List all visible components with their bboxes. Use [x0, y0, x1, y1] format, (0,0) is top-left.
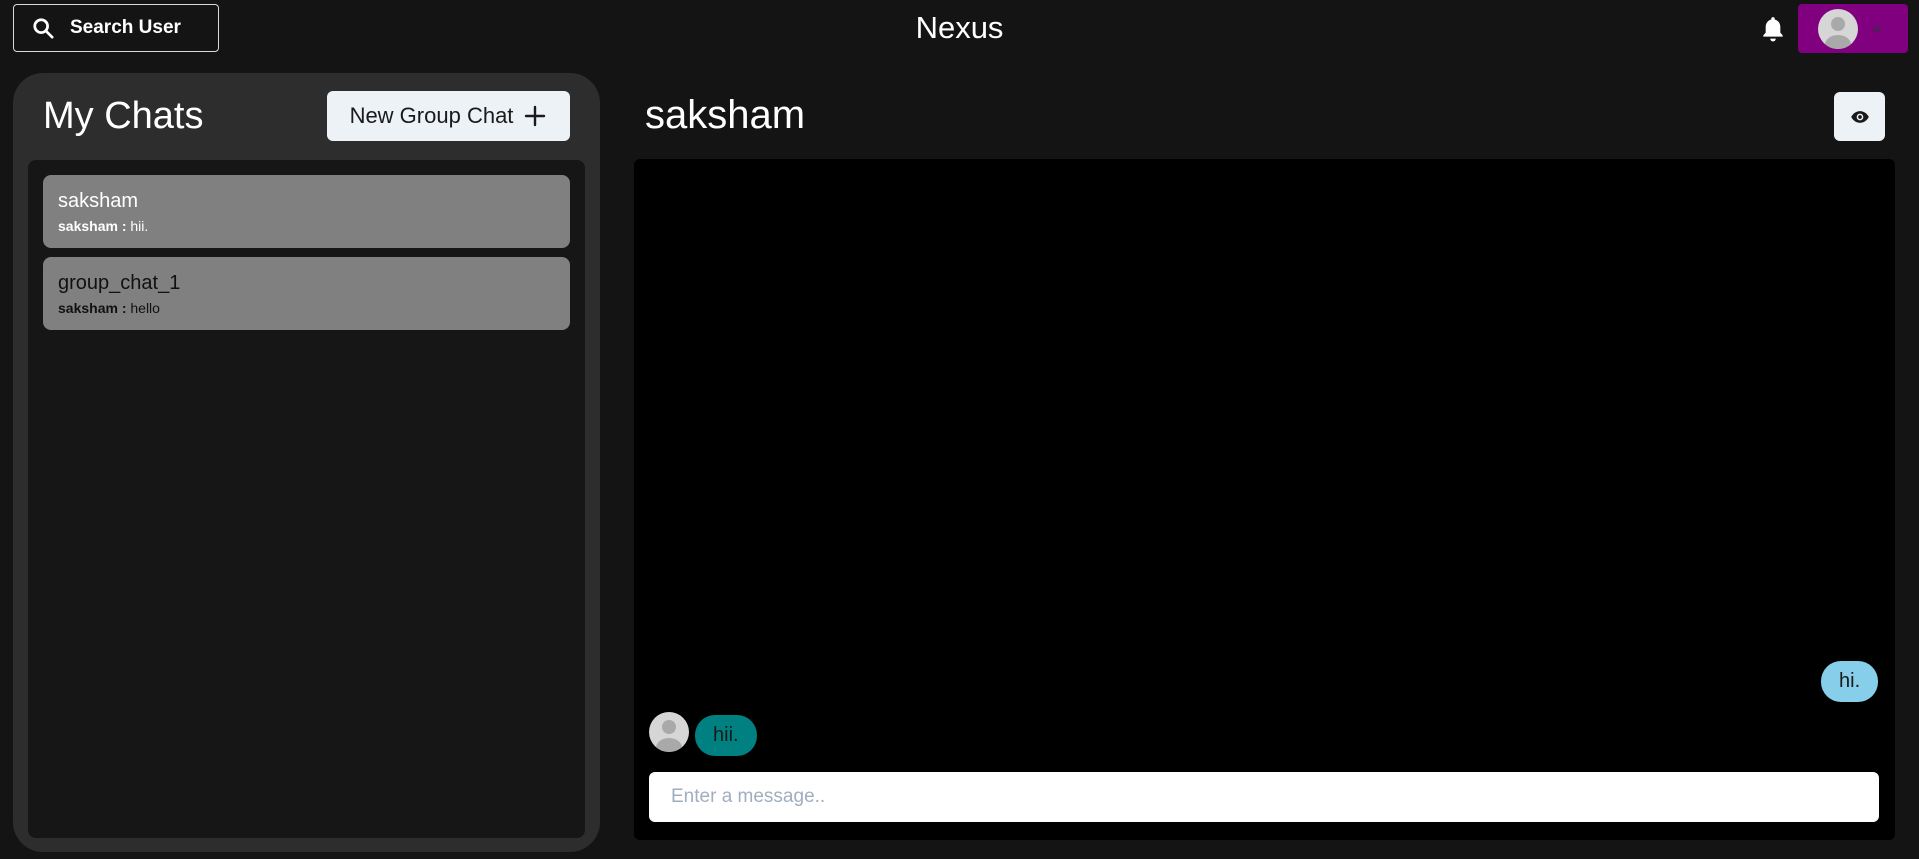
chat-preview: saksham : hii. — [58, 218, 555, 234]
view-profile-button[interactable] — [1834, 92, 1885, 141]
avatar-icon — [1818, 8, 1858, 49]
app-brand: Nexus — [915, 10, 1004, 45]
chat-name: saksham — [58, 190, 139, 212]
my-chats-title: My Chats — [43, 95, 204, 137]
chevron-down-icon — [1872, 25, 1882, 32]
message-input[interactable] — [649, 772, 1879, 822]
chat-panel: saksham hi. hii. — [634, 73, 1895, 853]
new-group-chat-button[interactable]: New Group Chat — [327, 91, 570, 141]
chat-list-item[interactable]: saksham saksham : hii. — [43, 175, 570, 248]
new-group-chat-label: New Group Chat — [349, 103, 514, 128]
chat-preview-message: hii. — [130, 218, 149, 234]
chat-title: saksham — [645, 93, 806, 137]
profile-menu-button[interactable] — [1798, 4, 1908, 53]
my-chats-panel: My Chats New Group Chat saksham saksham … — [13, 73, 600, 852]
chat-name: group_chat_1 — [58, 272, 181, 294]
avatar-icon[interactable] — [649, 712, 689, 752]
top-bar: Search User Nexus — [0, 0, 1919, 60]
chat-list: saksham saksham : hii. group_chat_1 saks… — [28, 160, 585, 838]
eye-icon — [1850, 110, 1869, 123]
search-user-label: Search User — [70, 17, 181, 38]
search-icon — [33, 18, 54, 39]
chat-list-item[interactable]: group_chat_1 saksham : hello — [43, 257, 570, 330]
chat-preview-sender: saksham : — [58, 218, 127, 234]
chat-preview-sender: saksham : — [58, 300, 127, 316]
chat-preview: saksham : hello — [58, 300, 555, 316]
message-bubble-sent: hi. — [1821, 661, 1879, 702]
bell-icon[interactable] — [1760, 16, 1786, 44]
search-user-button[interactable]: Search User — [13, 4, 219, 52]
plus-icon — [525, 105, 546, 127]
message-bubble-received: hii. — [695, 715, 757, 756]
chat-preview-message: hello — [130, 300, 160, 316]
app-brand-container: Nexus — [0, 10, 1919, 46]
messages-area[interactable]: hi. hii. — [634, 159, 1895, 840]
